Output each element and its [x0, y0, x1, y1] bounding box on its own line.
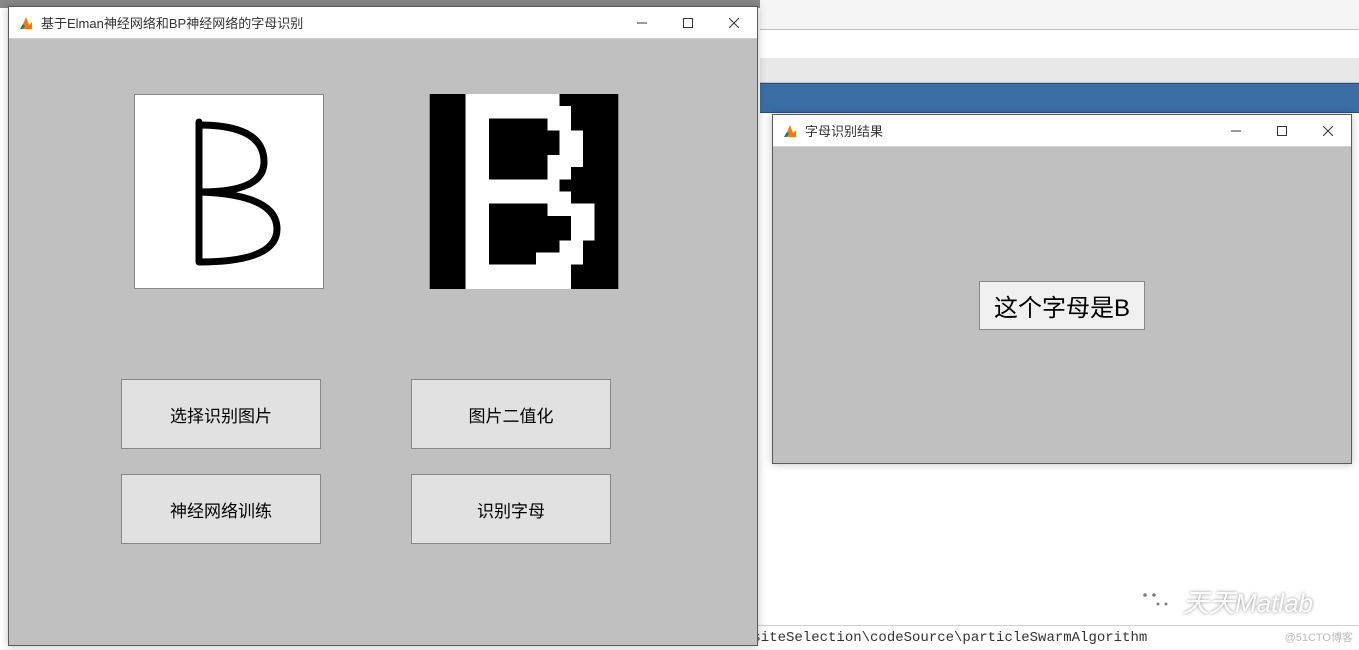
close-button[interactable] [1305, 115, 1351, 146]
recognize-button[interactable]: 识别字母 [411, 474, 611, 544]
bg-blue-header [760, 83, 1359, 113]
window-controls [619, 7, 757, 38]
path-bar: _siteSelection\codeSource\particleSwarmA… [740, 625, 1359, 649]
window-controls [1213, 115, 1351, 146]
letter-b-drawing [159, 107, 299, 277]
original-image-panel [134, 94, 324, 289]
binary-image-panel [429, 94, 619, 289]
maximize-button[interactable] [1259, 115, 1305, 146]
result-message: 这个字母是B [979, 281, 1145, 330]
main-figure-window: 基于Elman神经网络和BP神经网络的字母识别 [8, 6, 758, 646]
result-body: 这个字母是B [773, 147, 1351, 463]
matlab-icon [17, 14, 35, 32]
wechat-icon [1135, 581, 1175, 621]
wechat-text: 天天Matlab [1183, 583, 1313, 620]
wechat-watermark: 天天Matlab [1135, 581, 1313, 621]
result-titlebar[interactable]: 字母识别结果 [773, 115, 1351, 147]
main-window-title: 基于Elman神经网络和BP神经网络的字母识别 [41, 13, 619, 32]
minimize-button[interactable] [619, 7, 665, 38]
bg-tabs-strip [760, 0, 1359, 30]
minimize-button[interactable] [1213, 115, 1259, 146]
train-network-button[interactable]: 神经网络训练 [121, 474, 321, 544]
bg-toolbar-strip [760, 58, 1359, 83]
letter-b-binary-drawing [430, 94, 618, 289]
matlab-icon [781, 122, 799, 140]
result-window: 字母识别结果 这个字母是B [772, 114, 1352, 464]
close-button[interactable] [711, 7, 757, 38]
main-titlebar[interactable]: 基于Elman神经网络和BP神经网络的字母识别 [9, 7, 757, 39]
result-window-title: 字母识别结果 [805, 121, 1213, 140]
cto-watermark: @51CTO博客 [1285, 629, 1353, 645]
select-image-button[interactable]: 选择识别图片 [121, 379, 321, 449]
maximize-button[interactable] [665, 7, 711, 38]
figure-body: 选择识别图片 图片二值化 神经网络训练 识别字母 [9, 39, 757, 645]
binarize-button[interactable]: 图片二值化 [411, 379, 611, 449]
